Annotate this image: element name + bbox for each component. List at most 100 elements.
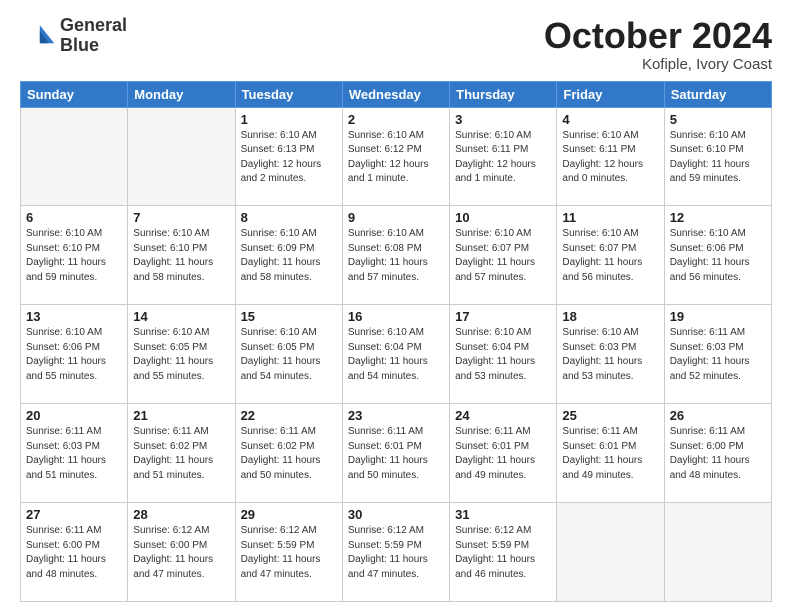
calendar-cell: 8 Sunrise: 6:10 AM Sunset: 6:09 PM Daylig… xyxy=(235,206,342,305)
day-info: Sunrise: 6:12 AM Sunset: 5:59 PM Dayligh… xyxy=(348,524,444,582)
day-info: Sunrise: 6:10 AM Sunset: 6:09 PM Dayligh… xyxy=(241,227,337,285)
day-number: 23 xyxy=(348,408,444,423)
day-number: 10 xyxy=(455,210,551,225)
calendar-cell: 22 Sunrise: 6:11 AM Sunset: 6:02 PM Dayli… xyxy=(235,404,342,503)
calendar-cell: 18 Sunrise: 6:10 AM Sunset: 6:03 PM Dayli… xyxy=(557,305,664,404)
location-subtitle: Kofiple, Ivory Coast xyxy=(544,56,772,73)
calendar-header-thursday: Thursday xyxy=(450,81,557,107)
day-info: Sunrise: 6:10 AM Sunset: 6:11 PM Dayligh… xyxy=(562,129,658,187)
day-number: 30 xyxy=(348,507,444,522)
day-number: 6 xyxy=(26,210,122,225)
calendar-cell: 14 Sunrise: 6:10 AM Sunset: 6:05 PM Dayli… xyxy=(128,305,235,404)
day-number: 8 xyxy=(241,210,337,225)
calendar-cell: 21 Sunrise: 6:11 AM Sunset: 6:02 PM Dayli… xyxy=(128,404,235,503)
page: General Blue October 2024 Kofiple, Ivory… xyxy=(0,0,792,612)
calendar-cell xyxy=(557,503,664,602)
calendar: SundayMondayTuesdayWednesdayThursdayFrid… xyxy=(20,81,772,602)
calendar-cell: 11Sunrise: 6:10 AM Sunset: 6:07 PM Dayli… xyxy=(557,206,664,305)
day-info: Sunrise: 6:10 AM Sunset: 6:10 PM Dayligh… xyxy=(133,227,229,285)
day-info: Sunrise: 6:12 AM Sunset: 6:00 PM Dayligh… xyxy=(133,524,229,582)
day-info: Sunrise: 6:11 AM Sunset: 6:01 PM Dayligh… xyxy=(455,425,551,483)
calendar-cell xyxy=(664,503,771,602)
day-number: 1 xyxy=(241,112,337,127)
day-info: Sunrise: 6:10 AM Sunset: 6:04 PM Dayligh… xyxy=(348,326,444,384)
calendar-header-saturday: Saturday xyxy=(664,81,771,107)
calendar-cell: 24 Sunrise: 6:11 AM Sunset: 6:01 PM Dayli… xyxy=(450,404,557,503)
calendar-header-tuesday: Tuesday xyxy=(235,81,342,107)
day-info: Sunrise: 6:11 AM Sunset: 6:01 PM Dayligh… xyxy=(348,425,444,483)
logo-line1: General xyxy=(60,16,127,36)
day-number: 14 xyxy=(133,309,229,324)
calendar-cell: 25Sunrise: 6:11 AM Sunset: 6:01 PM Dayli… xyxy=(557,404,664,503)
day-info: Sunrise: 6:12 AM Sunset: 5:59 PM Dayligh… xyxy=(455,524,551,582)
calendar-cell: 10 Sunrise: 6:10 AM Sunset: 6:07 PM Dayli… xyxy=(450,206,557,305)
day-info: Sunrise: 6:10 AM Sunset: 6:03 PM Dayligh… xyxy=(562,326,658,384)
logo-text: General Blue xyxy=(60,16,127,56)
day-number: 19 xyxy=(670,309,766,324)
day-info: Sunrise: 6:11 AM Sunset: 6:03 PM Dayligh… xyxy=(670,326,766,384)
day-number: 21 xyxy=(133,408,229,423)
day-number: 20 xyxy=(26,408,122,423)
day-info: Sunrise: 6:11 AM Sunset: 6:00 PM Dayligh… xyxy=(670,425,766,483)
day-number: 26 xyxy=(670,408,766,423)
day-number: 18 xyxy=(562,309,658,324)
day-number: 3 xyxy=(455,112,551,127)
logo-line2: Blue xyxy=(60,36,127,56)
calendar-cell xyxy=(21,107,128,206)
calendar-cell: 13Sunrise: 6:10 AM Sunset: 6:06 PM Dayli… xyxy=(21,305,128,404)
calendar-cell: 30 Sunrise: 6:12 AM Sunset: 5:59 PM Dayli… xyxy=(342,503,449,602)
calendar-cell: 31 Sunrise: 6:12 AM Sunset: 5:59 PM Dayli… xyxy=(450,503,557,602)
day-info: Sunrise: 6:11 AM Sunset: 6:00 PM Dayligh… xyxy=(26,524,122,582)
calendar-cell: 3 Sunrise: 6:10 AM Sunset: 6:11 PM Daylig… xyxy=(450,107,557,206)
day-info: Sunrise: 6:10 AM Sunset: 6:07 PM Dayligh… xyxy=(455,227,551,285)
day-number: 15 xyxy=(241,309,337,324)
day-info: Sunrise: 6:10 AM Sunset: 6:11 PM Dayligh… xyxy=(455,129,551,187)
calendar-cell: 1 Sunrise: 6:10 AM Sunset: 6:13 PM Daylig… xyxy=(235,107,342,206)
calendar-header-wednesday: Wednesday xyxy=(342,81,449,107)
calendar-cell: 7Sunrise: 6:10 AM Sunset: 6:10 PM Daylig… xyxy=(128,206,235,305)
calendar-header-friday: Friday xyxy=(557,81,664,107)
day-number: 2 xyxy=(348,112,444,127)
day-info: Sunrise: 6:10 AM Sunset: 6:07 PM Dayligh… xyxy=(562,227,658,285)
day-info: Sunrise: 6:11 AM Sunset: 6:02 PM Dayligh… xyxy=(133,425,229,483)
day-info: Sunrise: 6:10 AM Sunset: 6:06 PM Dayligh… xyxy=(26,326,122,384)
calendar-cell: 16 Sunrise: 6:10 AM Sunset: 6:04 PM Dayli… xyxy=(342,305,449,404)
day-info: Sunrise: 6:10 AM Sunset: 6:06 PM Dayligh… xyxy=(670,227,766,285)
day-number: 9 xyxy=(348,210,444,225)
title-area: October 2024 Kofiple, Ivory Coast xyxy=(544,16,772,73)
calendar-week-4: 20 Sunrise: 6:11 AM Sunset: 6:03 PM Dayli… xyxy=(21,404,772,503)
day-number: 28 xyxy=(133,507,229,522)
calendar-header-sunday: Sunday xyxy=(21,81,128,107)
calendar-cell: 4 Sunrise: 6:10 AM Sunset: 6:11 PM Daylig… xyxy=(557,107,664,206)
day-number: 22 xyxy=(241,408,337,423)
day-info: Sunrise: 6:11 AM Sunset: 6:03 PM Dayligh… xyxy=(26,425,122,483)
day-info: Sunrise: 6:10 AM Sunset: 6:10 PM Dayligh… xyxy=(670,129,766,187)
day-number: 25 xyxy=(562,408,658,423)
day-info: Sunrise: 6:10 AM Sunset: 6:13 PM Dayligh… xyxy=(241,129,337,187)
day-number: 31 xyxy=(455,507,551,522)
day-number: 27 xyxy=(26,507,122,522)
day-number: 5 xyxy=(670,112,766,127)
calendar-cell: 27 Sunrise: 6:11 AM Sunset: 6:00 PM Dayli… xyxy=(21,503,128,602)
calendar-cell: 26 Sunrise: 6:11 AM Sunset: 6:00 PM Dayli… xyxy=(664,404,771,503)
day-number: 16 xyxy=(348,309,444,324)
calendar-cell: 28 Sunrise: 6:12 AM Sunset: 6:00 PM Dayli… xyxy=(128,503,235,602)
calendar-cell: 29Sunrise: 6:12 AM Sunset: 5:59 PM Dayli… xyxy=(235,503,342,602)
day-info: Sunrise: 6:10 AM Sunset: 6:05 PM Dayligh… xyxy=(241,326,337,384)
calendar-cell: 12 Sunrise: 6:10 AM Sunset: 6:06 PM Dayli… xyxy=(664,206,771,305)
day-info: Sunrise: 6:10 AM Sunset: 6:05 PM Dayligh… xyxy=(133,326,229,384)
calendar-week-1: 1 Sunrise: 6:10 AM Sunset: 6:13 PM Daylig… xyxy=(21,107,772,206)
day-number: 4 xyxy=(562,112,658,127)
day-info: Sunrise: 6:10 AM Sunset: 6:04 PM Dayligh… xyxy=(455,326,551,384)
month-title: October 2024 xyxy=(544,16,772,56)
calendar-header-monday: Monday xyxy=(128,81,235,107)
day-number: 12 xyxy=(670,210,766,225)
day-number: 24 xyxy=(455,408,551,423)
calendar-cell: 20 Sunrise: 6:11 AM Sunset: 6:03 PM Dayli… xyxy=(21,404,128,503)
calendar-cell: 23 Sunrise: 6:11 AM Sunset: 6:01 PM Dayli… xyxy=(342,404,449,503)
calendar-cell xyxy=(128,107,235,206)
calendar-cell: 19 Sunrise: 6:11 AM Sunset: 6:03 PM Dayli… xyxy=(664,305,771,404)
calendar-cell: 2Sunrise: 6:10 AM Sunset: 6:12 PM Daylig… xyxy=(342,107,449,206)
calendar-cell: 9Sunrise: 6:10 AM Sunset: 6:08 PM Daylig… xyxy=(342,206,449,305)
day-info: Sunrise: 6:11 AM Sunset: 6:02 PM Dayligh… xyxy=(241,425,337,483)
